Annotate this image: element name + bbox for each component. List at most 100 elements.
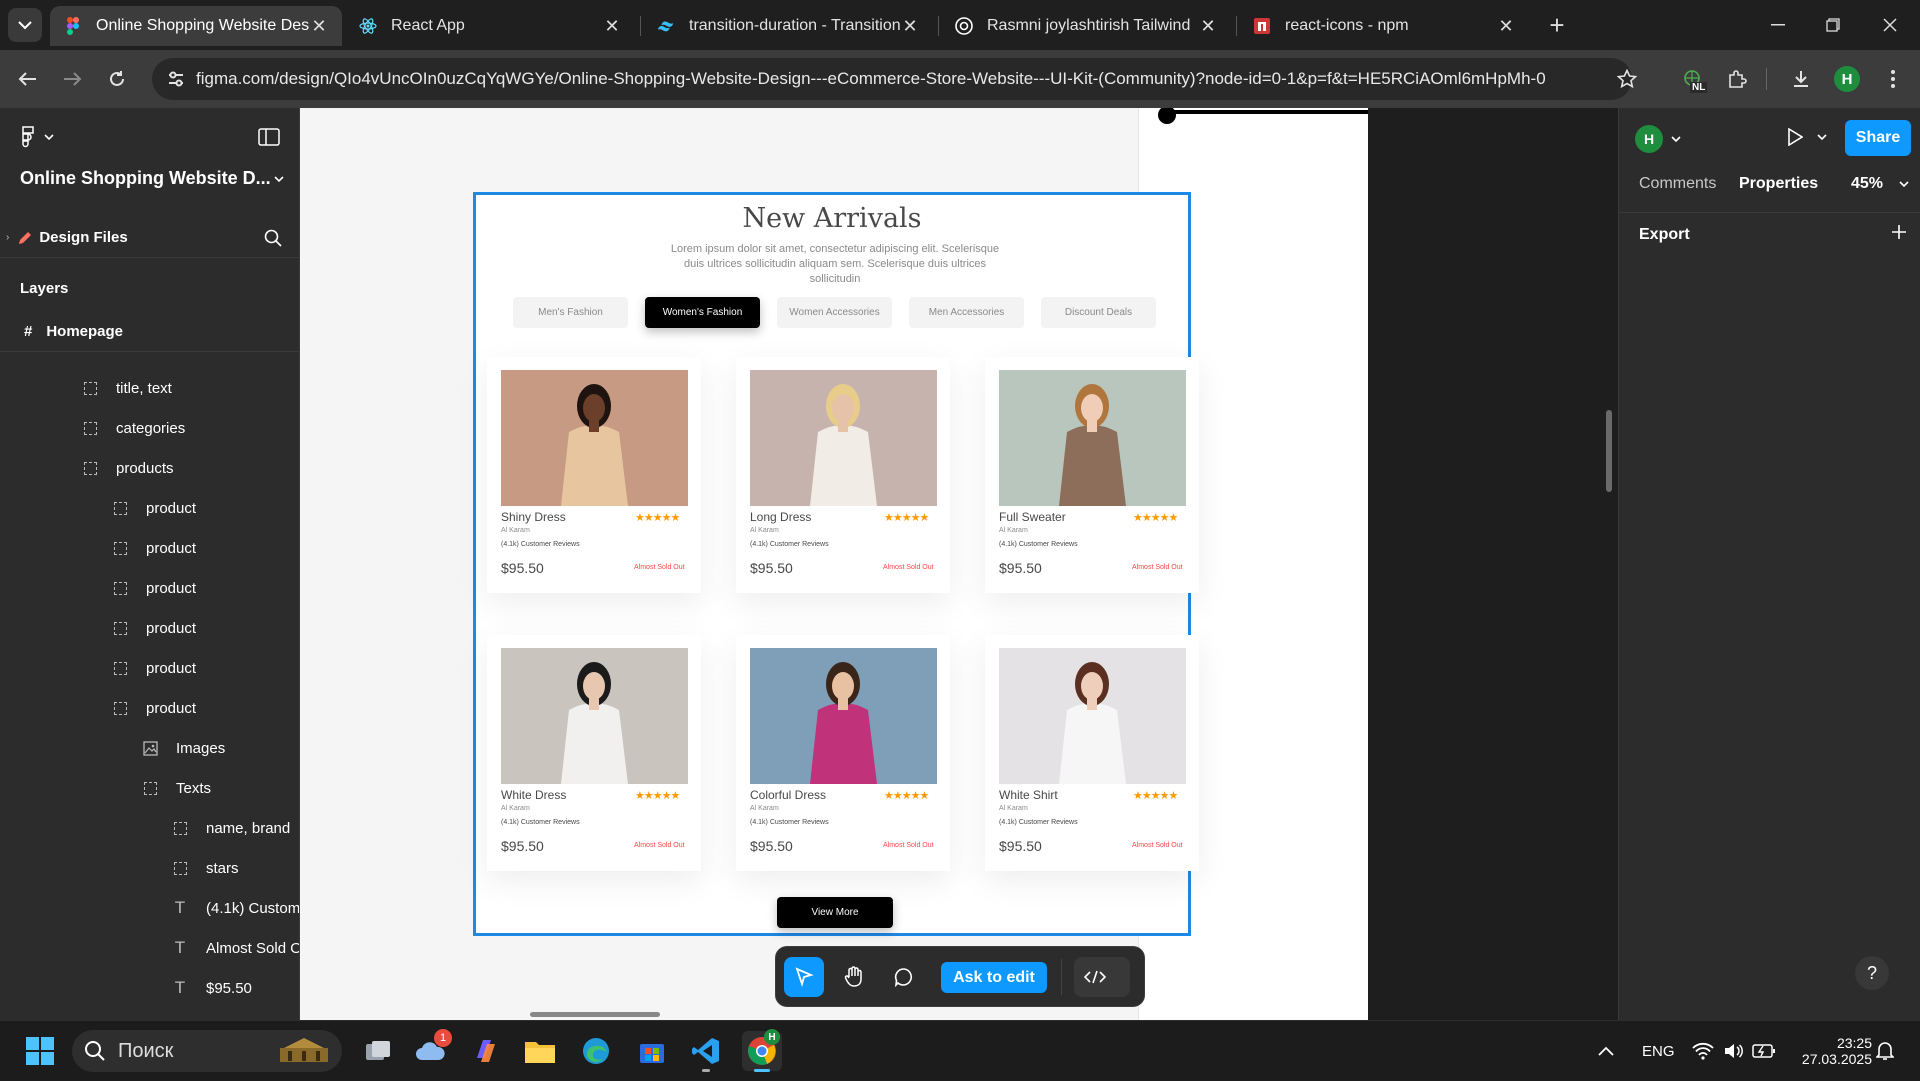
- present-button[interactable]: [1787, 128, 1827, 146]
- layer-row[interactable]: Base: [142, 1008, 210, 1021]
- extension-button[interactable]: NL: [1676, 62, 1710, 96]
- layer-row[interactable]: Images: [142, 728, 225, 768]
- minimize-button[interactable]: [1758, 8, 1798, 42]
- view-more-button[interactable]: View More: [777, 897, 893, 928]
- downloads-button[interactable]: [1784, 62, 1818, 96]
- language-indicator[interactable]: ENG: [1642, 1021, 1675, 1081]
- dev-mode-toggle[interactable]: [1074, 957, 1130, 997]
- toggle-sidebar-button[interactable]: [258, 128, 280, 151]
- product-card[interactable]: Full Sweater Al Karam ★★★★★ (4.1k) Customer…: [985, 357, 1199, 593]
- chrome-button[interactable]: H: [742, 1029, 782, 1072]
- extensions-button[interactable]: [1720, 62, 1754, 96]
- show-hidden-icons[interactable]: [1598, 1021, 1614, 1081]
- store-button[interactable]: [632, 1031, 672, 1071]
- close-tab-icon[interactable]: ✕: [1199, 16, 1217, 36]
- layer-row[interactable]: stars: [172, 848, 239, 888]
- browser-tab[interactable]: React App ✕: [345, 6, 635, 46]
- category-women-accessories[interactable]: Women Accessories: [777, 297, 892, 328]
- close-tab-icon[interactable]: ✕: [901, 16, 919, 36]
- bookmark-star-button[interactable]: [1610, 62, 1644, 96]
- layer-row[interactable]: Texts: [142, 768, 211, 808]
- clock[interactable]: 23:25 27.03.2025: [1796, 1021, 1872, 1081]
- layer-row[interactable]: product: [112, 528, 196, 568]
- figma-canvas[interactable]: New Arrivals Lorem ipsum dolor sit amet,…: [300, 108, 1368, 1020]
- layer-label: categories: [116, 419, 186, 437]
- category-womens-fashion[interactable]: Women's Fashion: [645, 297, 760, 328]
- comment-tool-button[interactable]: [884, 957, 924, 997]
- layer-row[interactable]: categories: [82, 408, 185, 448]
- category-mens-fashion[interactable]: Men's Fashion: [513, 297, 628, 328]
- browser-tab[interactable]: transition-duration - Transitions ✕: [643, 6, 933, 46]
- start-button[interactable]: [20, 1031, 60, 1071]
- share-button[interactable]: Share: [1845, 120, 1911, 156]
- task-view-button[interactable]: [358, 1031, 398, 1071]
- browser-tab[interactable]: Rasmni joylashtirish Tailwind ✕: [941, 6, 1231, 46]
- vertical-scrollbar[interactable]: [1606, 410, 1612, 492]
- layer-row[interactable]: product: [112, 608, 196, 648]
- layer-row[interactable]: product: [112, 688, 196, 728]
- layer-row[interactable]: product: [112, 648, 196, 688]
- close-tab-icon[interactable]: ✕: [310, 16, 328, 36]
- close-tab-icon[interactable]: ✕: [603, 16, 621, 36]
- product-card[interactable]: White Shirt Al Karam ★★★★★ (4.1k) Customer …: [985, 635, 1199, 871]
- tab-search-button[interactable]: [8, 8, 42, 42]
- multiplayer-avatar-button[interactable]: H: [1635, 125, 1681, 153]
- add-export-button[interactable]: [1891, 224, 1907, 245]
- product-card[interactable]: White Dress Al Karam ★★★★★ (4.1k) Customer …: [487, 635, 701, 871]
- layer-row[interactable]: title, text: [82, 368, 172, 408]
- product-card[interactable]: Colorful Dress Al Karam ★★★★★ (4.1k) Custom…: [736, 635, 950, 871]
- file-explorer-button[interactable]: [520, 1031, 560, 1071]
- address-bar[interactable]: figma.com/design/QIo4vUncOIn0uzCqYqWGYe/…: [152, 58, 1632, 100]
- vscode-button[interactable]: [686, 1031, 726, 1072]
- design-files-row[interactable]: › Design Files: [0, 218, 299, 258]
- profile-button[interactable]: H: [1830, 62, 1864, 96]
- network-button[interactable]: [1692, 1021, 1714, 1081]
- edge-button[interactable]: [576, 1031, 616, 1071]
- layer-row[interactable]: products: [82, 448, 174, 488]
- layer-row[interactable]: name, brand: [172, 808, 290, 848]
- browser-menu-button[interactable]: [1876, 62, 1910, 96]
- layer-homepage[interactable]: # Homepage: [0, 312, 299, 352]
- new-arrivals-section[interactable]: New Arrivals Lorem ipsum dolor sit amet,…: [473, 192, 1199, 936]
- frame-dashed-icon: [112, 620, 128, 636]
- close-window-button[interactable]: [1870, 8, 1910, 42]
- layer-row[interactable]: T (4.1k) Customer: [172, 888, 299, 928]
- tab-properties[interactable]: Properties: [1739, 175, 1818, 193]
- tab-comments[interactable]: Comments: [1639, 175, 1716, 193]
- volume-button[interactable]: [1724, 1021, 1744, 1081]
- product-card[interactable]: Shiny Dress Al Karam ★★★★★ (4.1k) Customer …: [487, 357, 701, 593]
- chevron-down-icon: [1817, 134, 1827, 141]
- close-tab-icon[interactable]: ✕: [1497, 16, 1515, 36]
- layer-row[interactable]: T Almost Sold Ou: [172, 928, 299, 968]
- move-tool-button[interactable]: [784, 957, 824, 997]
- main-menu-button[interactable]: [20, 126, 54, 148]
- zoom-control[interactable]: 45%: [1851, 175, 1909, 193]
- tab-separator: [640, 16, 641, 36]
- restore-button[interactable]: [1813, 8, 1853, 42]
- reload-button[interactable]: [100, 62, 134, 96]
- file-name-button[interactable]: Online Shopping Website D...: [20, 168, 284, 189]
- onedrive-button[interactable]: 1: [410, 1029, 452, 1071]
- copilot-button[interactable]: [466, 1031, 506, 1071]
- layer-row[interactable]: product: [112, 568, 196, 608]
- browser-tab[interactable]: react-icons - npm ✕: [1239, 6, 1529, 46]
- new-tab-button[interactable]: +: [1542, 10, 1572, 40]
- browser-tab[interactable]: Online Shopping Website Desig ✕: [50, 6, 342, 46]
- hand-tool-button[interactable]: [834, 957, 874, 997]
- forward-button[interactable]: [56, 62, 90, 96]
- layer-row[interactable]: product: [112, 488, 196, 528]
- horizontal-scrollbar[interactable]: [530, 1012, 660, 1017]
- toolbar-divider: [1766, 68, 1767, 90]
- category-men-accessories[interactable]: Men Accessories: [909, 297, 1024, 328]
- taskbar-search[interactable]: Поиск: [72, 1030, 342, 1072]
- ask-to-edit-button[interactable]: Ask to edit: [941, 962, 1047, 993]
- help-button[interactable]: ?: [1855, 956, 1889, 990]
- question-icon: ?: [1866, 962, 1877, 983]
- product-card[interactable]: Long Dress Al Karam ★★★★★ (4.1k) Customer R…: [736, 357, 950, 593]
- back-button[interactable]: [10, 62, 44, 96]
- restore-icon: [1826, 18, 1840, 32]
- layer-row[interactable]: T $95.50: [172, 968, 252, 1008]
- notifications-button[interactable]: [1876, 1021, 1894, 1081]
- battery-button[interactable]: [1752, 1021, 1776, 1081]
- category-discount-deals[interactable]: Discount Deals: [1041, 297, 1156, 328]
